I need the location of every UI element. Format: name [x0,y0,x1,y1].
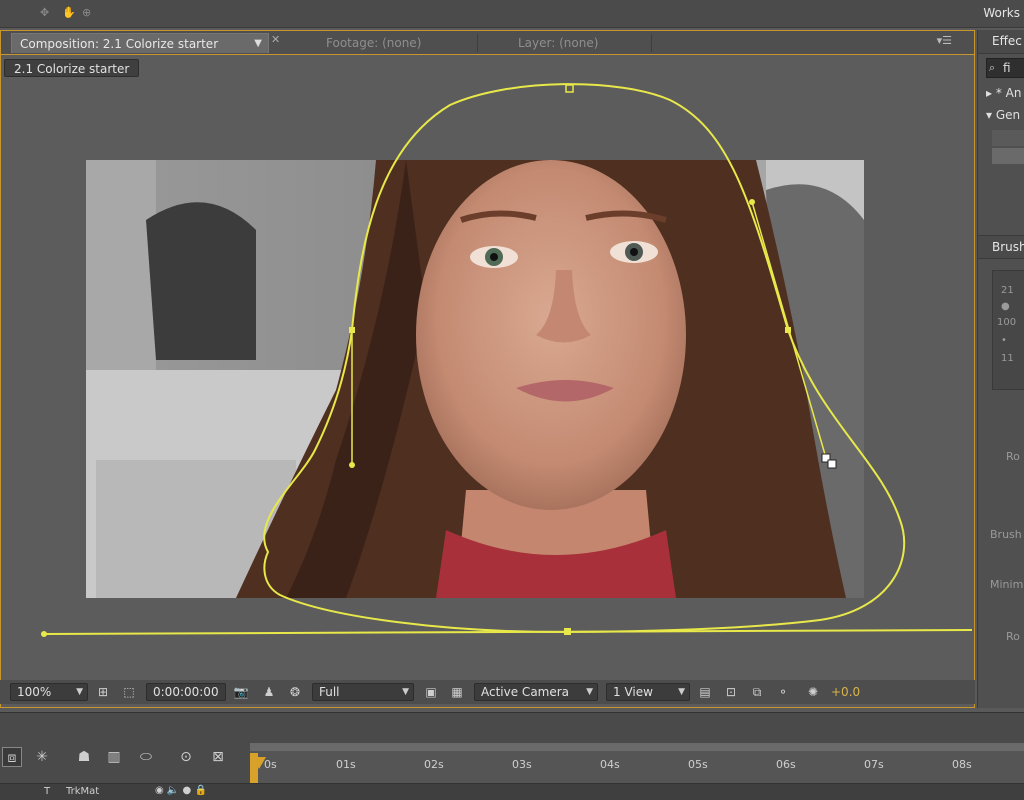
effects-panel-title[interactable]: Effec [978,30,1024,54]
composition-mini-flowchart-icon[interactable]: ⧈ [2,747,22,767]
timeline-panel: ⧈ ✳ ☗ ▥ ⬭ ⊙ ⊠ 0s 01s 02s 03s 04s 05s 06s… [0,712,1024,800]
tab-divider [651,34,652,52]
draft-3d-icon[interactable]: ☗ [74,747,94,767]
brush-dot-icon: • [1001,335,1007,346]
view-layout-select[interactable]: 1 View ▼ [606,683,690,701]
brush-roundness-label: Ro [1006,450,1020,463]
move-tool-icon[interactable]: ✥ [40,6,52,19]
flowchart-icon[interactable]: ⚬ [774,683,792,701]
brushes-panel-title[interactable]: Brush [978,235,1024,259]
show-snapshot-icon[interactable]: ♟ [260,683,278,701]
workspace-label[interactable]: Works [983,6,1024,20]
search-icon: ⌕ [989,61,996,74]
snapshot-icon[interactable]: 📷 [232,683,250,701]
hand-tool-icon[interactable]: ✋ [62,6,76,19]
chevron-down-icon[interactable]: ▼ [254,34,262,54]
av-switches-icons[interactable]: ◉ 🔈 ● 🔒 [155,785,207,796]
minimum-size-label: Minim [990,578,1024,591]
composition-breadcrumb[interactable]: 2.1 Colorize starter [4,59,140,77]
composition-viewer[interactable] [86,160,864,598]
video-frame [86,160,864,598]
layer-header-row [0,783,1024,800]
fast-previews-icon[interactable]: ⊡ [722,683,740,701]
graph-editor-icon[interactable]: ⊠ [208,747,228,767]
zoom-tool-icon[interactable]: ⊕ [82,6,94,19]
exposure-value[interactable]: +0.0 [831,685,860,699]
tick-label: 02s [424,758,444,771]
timeline-icon[interactable]: ⧉ [748,683,766,701]
tick-label: 07s [864,758,884,771]
motion-blur-icon[interactable]: ⊙ [176,747,196,767]
tick-label: 06s [776,758,796,771]
tab-divider [477,34,478,52]
chevron-right-icon: ▸ [986,86,996,100]
chevron-down-icon: ▼ [678,687,685,697]
camera-value: Active Camera [481,685,570,699]
effects-search-value: fi [1003,61,1011,75]
application-topbar: ✥ ✋ ⊕ Works [0,0,1024,28]
live-update-icon[interactable]: ✳ [32,747,52,767]
timecode-field[interactable]: 0:00:00:00 [146,683,226,701]
toggle-pixel-aspect-icon[interactable]: ▤ [696,683,714,701]
tick-label: 0s [264,758,277,771]
magnification-select[interactable]: 100% ▼ [10,683,88,701]
region-of-interest-icon[interactable]: ⬚ [120,683,138,701]
tick-label: 01s [336,758,356,771]
chevron-down-icon: ▾ [986,108,996,122]
type-column-label: T [44,786,51,797]
brush-size-value: 100 [997,317,1017,328]
work-area-bar[interactable] [250,743,1024,751]
tick-label: 05s [688,758,708,771]
tab-footage[interactable]: Footage: (none) [326,33,421,53]
chevron-down-icon: ▼ [76,687,83,697]
tick-label: 03s [512,758,532,771]
camera-select[interactable]: Active Camera ▼ [474,683,598,701]
close-icon[interactable]: ✕ [271,33,280,46]
frame-blending-icon[interactable]: ⬭ [136,747,156,767]
tree-subitem[interactable] [992,130,1024,146]
tick-label: 04s [600,758,620,771]
brush-dot-icon: ● [1001,301,1010,312]
reset-exposure-icon[interactable]: ✺ [804,683,822,701]
resolution-select[interactable]: Full ▼ [312,683,414,701]
tree-item-generate[interactable]: ▾ Gen [986,108,1020,122]
view-layout-value: 1 View [613,685,653,699]
grid-icon[interactable]: ⊞ [94,683,112,701]
brush-dynamics-label: Brush [990,528,1022,541]
brush-tips-list[interactable]: 21 ● 100 • 11 [992,270,1024,390]
brush-size-value: 21 [1001,285,1014,296]
channel-icon[interactable]: ❂ [286,683,304,701]
fast-preview-icon[interactable]: ▣ [422,683,440,701]
magnification-value: 100% [17,685,52,699]
tab-composition[interactable]: Composition: 2.1 Colorize starter ▼ [11,33,269,53]
tab-composition-label: Composition: 2.1 Colorize starter [20,37,219,51]
resolution-value: Full [319,685,340,699]
tick-label: 08s [952,758,972,771]
transparency-grid-icon[interactable]: ▦ [448,683,466,701]
chevron-down-icon: ▼ [402,687,409,697]
brush-size-value: 11 [1001,353,1014,364]
chevron-down-icon: ▼ [586,687,593,697]
viewer-tab-bar: Composition: 2.1 Colorize starter ▼ ✕ Fo… [1,31,974,55]
effects-search-input[interactable]: ⌕ fi [986,58,1024,78]
roundness-label: Ro [1006,630,1020,643]
tab-layer[interactable]: Layer: (none) [518,33,598,53]
panel-menu-icon[interactable]: ▾☰ [937,34,952,47]
trkmat-column-label: TrkMat [66,786,100,797]
effects-presets-panel: Effec ⌕ fi ▸ * An ▾ Gen Brush 21 ● 100 •… [977,30,1024,708]
tree-subitem-selected[interactable] [992,148,1024,164]
tree-item-animation-presets[interactable]: ▸ * An [986,86,1021,100]
hide-shy-layers-icon[interactable]: ▥ [104,747,124,767]
